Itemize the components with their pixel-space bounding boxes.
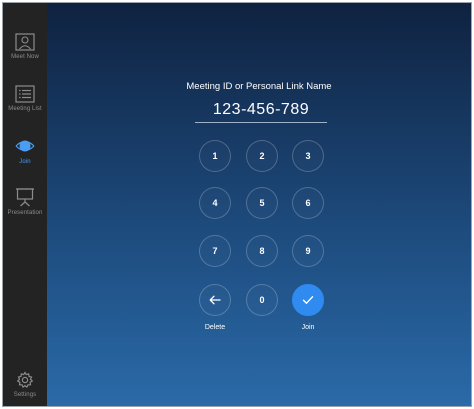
sidebar: Meet Now Meeting List Join Presentation … — [3, 3, 47, 406]
key-2[interactable]: 2 — [246, 140, 278, 172]
key-9[interactable]: 9 — [292, 235, 324, 267]
sidebar-item-label: Settings — [13, 392, 37, 398]
key-4[interactable]: 4 — [199, 187, 231, 219]
sidebar-item-label: Presentation — [7, 210, 43, 216]
key-1[interactable]: 1 — [199, 140, 231, 172]
meet-now-icon — [15, 33, 35, 51]
key-3[interactable]: 3 — [292, 140, 324, 172]
sidebar-item-presentation[interactable]: Presentation — [3, 187, 47, 216]
sidebar-item-label: Join — [19, 159, 31, 165]
delete-label: Delete — [204, 324, 226, 331]
sidebar-item-label: Meeting List — [8, 106, 42, 112]
presentation-icon — [16, 188, 34, 207]
app-window: Meet Now Meeting List Join Presentation … — [2, 2, 472, 407]
key-7[interactable]: 7 — [199, 235, 231, 267]
sidebar-item-settings[interactable]: Settings — [3, 371, 47, 398]
join-label: Join — [301, 324, 315, 331]
key-0[interactable]: 0 — [246, 284, 278, 316]
arrow-left-icon — [209, 295, 221, 305]
meeting-id-input[interactable]: 123-456-789 — [195, 101, 327, 123]
key-6[interactable]: 6 — [292, 187, 324, 219]
key-8[interactable]: 8 — [246, 235, 278, 267]
meeting-list-icon — [15, 85, 35, 103]
key-5[interactable]: 5 — [246, 187, 278, 219]
gear-icon — [16, 371, 34, 389]
sidebar-item-label: Meet Now — [11, 54, 39, 60]
delete-button[interactable] — [199, 284, 231, 316]
join-button[interactable] — [292, 284, 324, 316]
page-title: Meeting ID or Personal Link Name — [186, 81, 332, 92]
checkmark-icon — [302, 296, 314, 304]
sidebar-item-join[interactable]: Join — [3, 136, 47, 165]
join-panel: Meeting ID or Personal Link Name 123-456… — [47, 3, 471, 406]
sidebar-item-meet-now[interactable]: Meet Now — [3, 33, 47, 60]
join-icon — [15, 140, 35, 152]
sidebar-item-meeting-list[interactable]: Meeting List — [3, 85, 47, 112]
